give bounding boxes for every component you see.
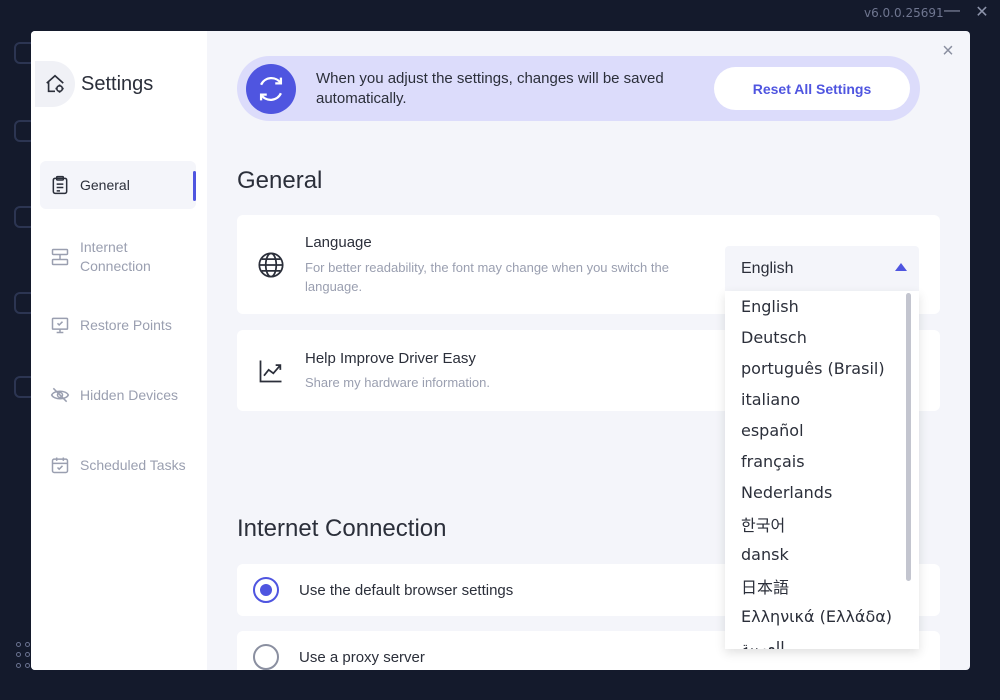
sidebar-item-label: General: [80, 176, 130, 193]
language-option[interactable]: português (Brasil): [725, 353, 919, 384]
app-version: v6.0.0.25691: [864, 6, 944, 20]
language-option[interactable]: italiano: [725, 384, 919, 415]
sidebar-item-label: Hidden Devices: [80, 386, 179, 403]
settings-dialog: Settings General Internet Connection Res…: [31, 31, 970, 670]
language-option[interactable]: dansk: [725, 539, 919, 570]
language-selected-value: English: [741, 259, 794, 277]
caret-up-icon: [895, 263, 907, 271]
sidebar-item-label: Internet Connection: [80, 239, 151, 274]
sidebar-item-restore-points[interactable]: Restore Points: [40, 301, 196, 349]
radio-selected[interactable]: [253, 577, 279, 603]
background-nav: [0, 30, 36, 670]
help-improve-description: Share my hardware information.: [305, 375, 490, 390]
language-option[interactable]: العربية: [725, 632, 919, 649]
home-settings-icon: [35, 61, 75, 107]
trend-chart-icon: [255, 355, 287, 387]
close-dialog-button[interactable]: ×: [936, 39, 960, 63]
eye-off-icon: [49, 384, 71, 406]
language-option[interactable]: français: [725, 446, 919, 477]
sidebar-item-label: Restore Points: [80, 316, 172, 333]
settings-title: Settings: [81, 72, 154, 95]
sync-icon: [246, 63, 296, 114]
globe-icon: [255, 249, 287, 281]
autosave-message: When you adjust the settings, changes wi…: [316, 69, 664, 107]
language-description: For better readability, the font may cha…: [305, 260, 669, 294]
calendar-check-icon: [49, 454, 71, 476]
sidebar-item-general[interactable]: General: [40, 161, 196, 209]
sidebar-item-scheduled-tasks[interactable]: Scheduled Tasks: [40, 441, 196, 489]
section-title-general: General: [237, 167, 323, 194]
language-option[interactable]: Nederlands: [725, 477, 919, 508]
autosave-banner: When you adjust the settings, changes wi…: [237, 56, 920, 121]
sidebar-item-label: Scheduled Tasks: [80, 456, 186, 473]
reset-all-settings-button[interactable]: Reset All Settings: [714, 67, 910, 110]
radio-label: Use the default browser settings: [299, 581, 514, 599]
radio-label: Use a proxy server: [299, 648, 425, 666]
language-option[interactable]: 한국어: [725, 508, 919, 539]
sidebar-item-internet-connection[interactable]: Internet Connection: [40, 231, 196, 283]
language-option[interactable]: Deutsch: [725, 322, 919, 353]
radio-unselected[interactable]: [253, 644, 279, 670]
language-title: Language: [305, 234, 372, 251]
sidebar-item-hidden-devices[interactable]: Hidden Devices: [40, 371, 196, 419]
language-option[interactable]: español: [725, 415, 919, 446]
settings-header: Settings: [31, 61, 153, 107]
network-icon: [49, 246, 71, 268]
settings-content: × When you adjust the settings, changes …: [207, 31, 970, 670]
dropdown-scrollbar[interactable]: [906, 293, 911, 581]
help-improve-title: Help Improve Driver Easy: [305, 350, 476, 367]
language-option[interactable]: English: [725, 291, 919, 322]
settings-sidebar: Settings General Internet Connection Res…: [31, 31, 207, 670]
minimize-icon[interactable]: —: [940, 2, 964, 20]
window-close-icon[interactable]: ✕: [970, 2, 994, 22]
language-dropdown-list: English Deutsch português (Brasil) itali…: [725, 291, 919, 649]
language-select[interactable]: English: [725, 246, 919, 291]
clipboard-icon: [49, 174, 71, 196]
language-option[interactable]: 日本語: [725, 570, 919, 601]
menu-grid-icon: [16, 642, 30, 670]
section-title-internet-connection: Internet Connection: [237, 515, 447, 542]
language-option[interactable]: Ελληνικά (Ελλάδα): [725, 601, 919, 632]
monitor-check-icon: [49, 314, 71, 336]
